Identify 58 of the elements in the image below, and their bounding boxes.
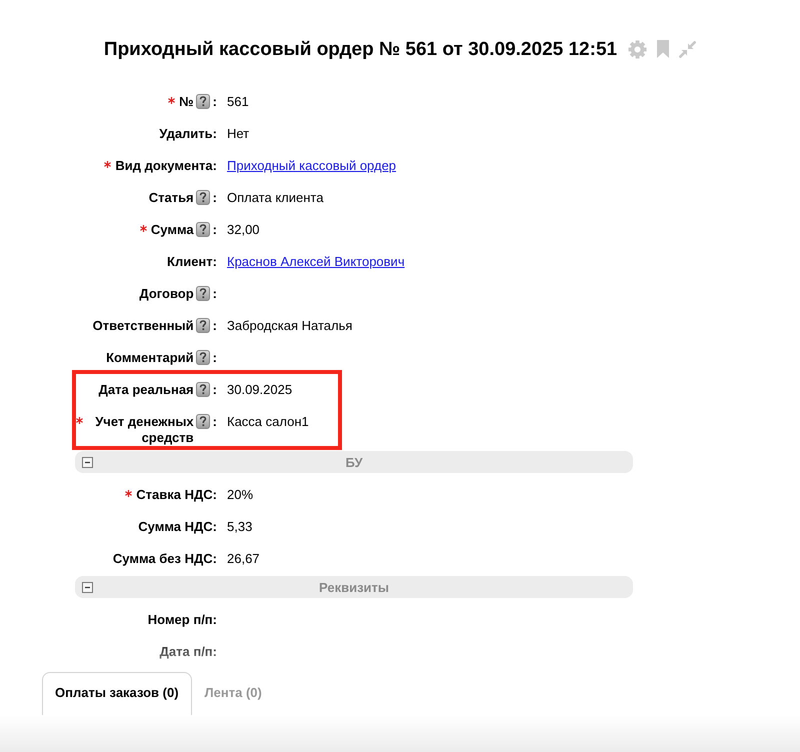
field-label: Дата реальная — [98, 382, 194, 398]
field-label: Договор — [139, 286, 194, 302]
field-label: Комментарий — [106, 350, 194, 366]
label-colon: : — [212, 612, 217, 628]
field-label: Номер п/п — [148, 612, 213, 628]
field-value: Забродская Наталья — [227, 318, 352, 333]
field-label: Ответственный — [92, 318, 194, 334]
field-value: Нет — [227, 126, 250, 141]
help-icon[interactable] — [196, 382, 210, 397]
field-label: № — [179, 94, 194, 110]
help-icon[interactable] — [196, 190, 210, 205]
label-colon: : — [212, 254, 217, 270]
field-label: Сумма — [150, 222, 194, 238]
field-value: Оплата клиента — [227, 190, 324, 205]
field-link[interactable]: Приходный кассовый ордер — [227, 158, 396, 173]
label-colon: : — [212, 414, 217, 430]
help-icon[interactable] — [196, 94, 210, 109]
field-label: Вид документа — [115, 158, 213, 174]
label-colon: : — [212, 519, 217, 535]
label-colon: : — [212, 551, 217, 567]
field-label: Сумма НДС — [138, 519, 213, 535]
field-label: Сумма без НДС — [112, 551, 213, 567]
label-colon: : — [212, 644, 217, 660]
label-colon: : — [212, 94, 217, 110]
field-value: 20% — [227, 487, 254, 502]
field-label: Дата п/п — [160, 644, 213, 660]
field-label: Учет денежных средств — [94, 414, 194, 446]
help-icon[interactable] — [196, 286, 210, 301]
help-icon[interactable] — [196, 318, 210, 333]
help-icon[interactable] — [196, 222, 210, 237]
minus-square-icon[interactable] — [82, 456, 93, 468]
field-label: Ставка НДС — [136, 487, 213, 503]
minus-square-icon[interactable] — [82, 582, 93, 592]
field-value: Касса салон1 — [227, 414, 309, 429]
label-colon: : — [212, 158, 217, 174]
label-colon: : — [212, 126, 217, 142]
page-title: Приходный кассовый ордер № 561 от 30.09.2025 12:51 — [104, 38, 618, 62]
field-value: 26,67 — [227, 551, 260, 566]
field-value: 32,00 — [227, 222, 260, 237]
label-colon: : — [212, 190, 217, 206]
label-colon: : — [212, 222, 217, 238]
label-colon: : — [212, 382, 217, 398]
label-colon: : — [212, 350, 217, 366]
field-value: 561 — [227, 94, 249, 109]
label-colon: : — [212, 487, 217, 503]
field-label: Удалить — [159, 126, 213, 142]
field-label: Статья — [148, 190, 194, 206]
field-value: 5,33 — [227, 519, 252, 534]
help-icon[interactable] — [196, 414, 210, 429]
section-title: БУ — [344, 454, 364, 470]
tab[interactable]: Оплаты заказов (0) — [42, 672, 192, 715]
section-title: Реквизиты — [318, 580, 390, 594]
label-colon: : — [212, 286, 217, 302]
help-icon[interactable] — [196, 350, 210, 365]
field-link[interactable]: Краснов Алексей Викторович — [227, 254, 405, 269]
label-colon: : — [212, 318, 217, 334]
field-label: Клиент — [167, 254, 213, 270]
field-value: 30.09.2025 — [227, 382, 292, 397]
